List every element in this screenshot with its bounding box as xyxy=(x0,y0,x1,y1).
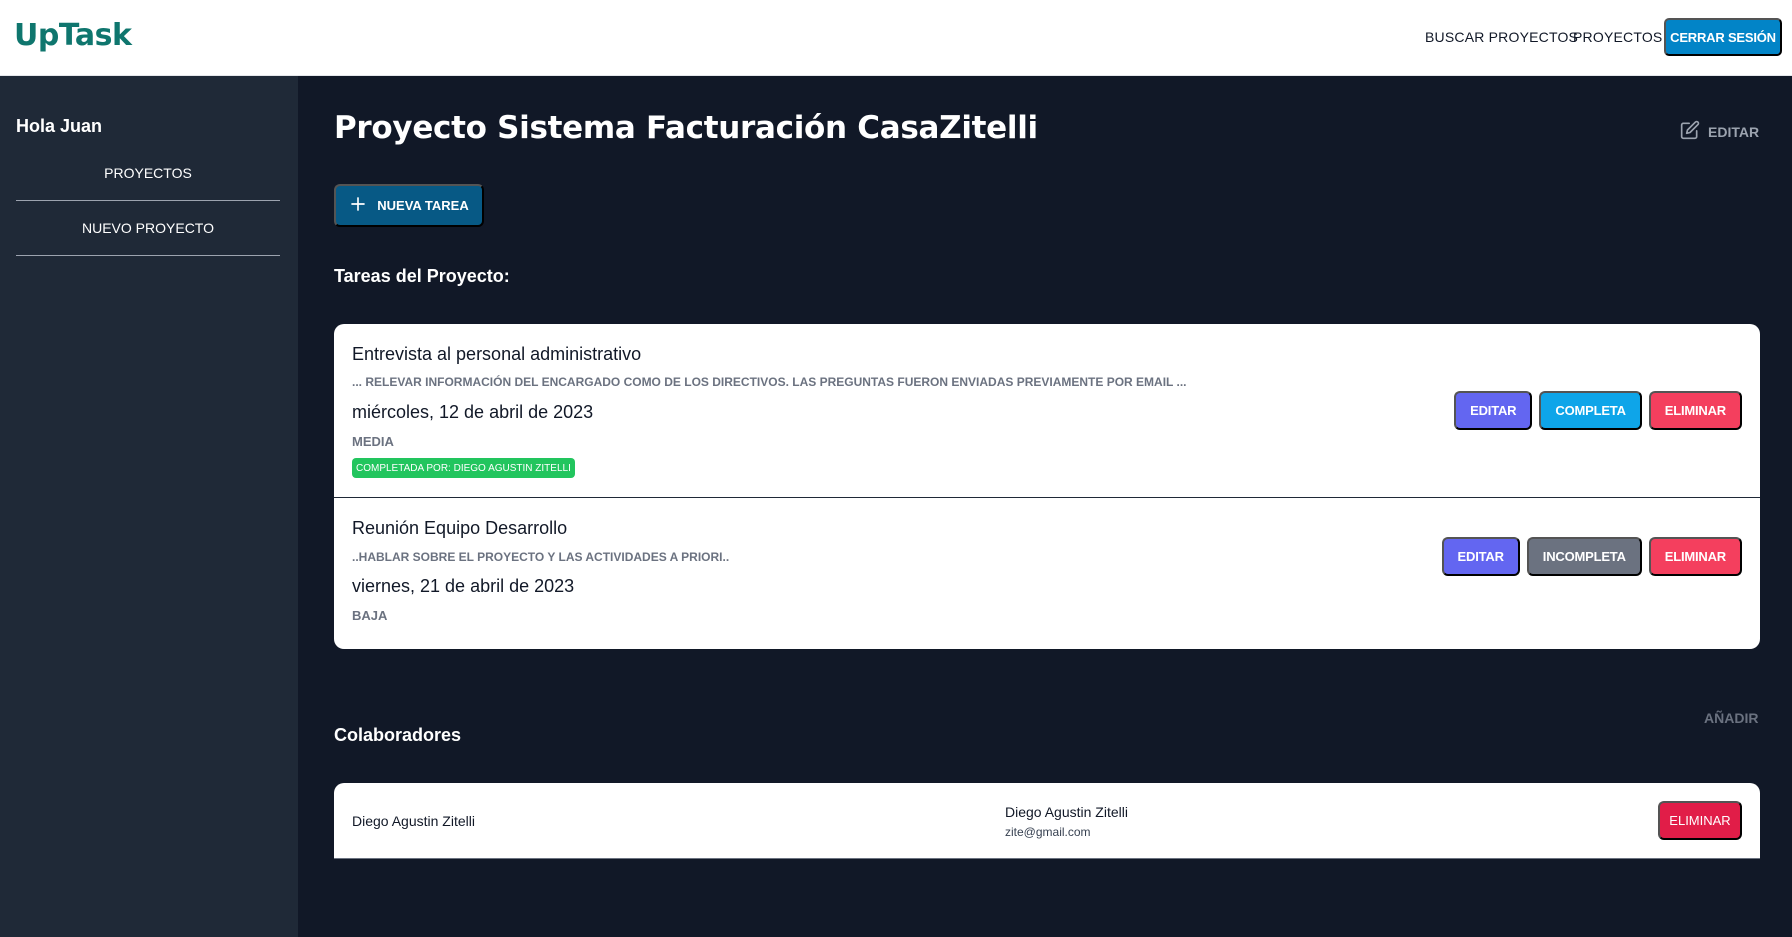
nav-search-projects-link[interactable]: BUSCAR PROYECTOS xyxy=(1425,29,1578,45)
task-priority: MEDIA xyxy=(352,434,394,449)
delete-task-button[interactable]: ELIMINAR xyxy=(1648,391,1742,430)
task-actions: EDITAR COMPLETA ELIMINAR xyxy=(1454,391,1742,430)
page-title: Proyecto Sistema Facturación CasaZitelli xyxy=(334,110,1038,146)
add-collaborator-link[interactable]: AÑADIR xyxy=(1704,710,1758,726)
top-header: UpTask BUSCAR PROYECTOS PROYECTOS CERRAR… xyxy=(0,0,1792,76)
toggle-complete-button[interactable]: COMPLETA xyxy=(1539,391,1642,430)
sidebar-item-projects[interactable]: PROYECTOS xyxy=(16,146,280,201)
task-name: Entrevista al personal administrativo xyxy=(352,344,642,364)
nav-projects-link[interactable]: PROYECTOS xyxy=(1573,29,1662,45)
delete-task-button[interactable]: ELIMINAR xyxy=(1648,537,1742,576)
logout-button[interactable]: CERRAR SESIÓN xyxy=(1664,18,1782,56)
task-priority: BAJA xyxy=(352,608,388,623)
completed-by-badge: COMPLETADA POR: DIEGO AGUSTIN ZITELLI xyxy=(352,458,575,478)
edit-task-button[interactable]: EDITAR xyxy=(1441,537,1520,576)
edit-project-button[interactable]: EDITAR xyxy=(1680,120,1759,143)
toggle-incomplete-button[interactable]: INCOMPLETA xyxy=(1526,537,1642,576)
task-date: miércoles, 12 de abril de 2023 xyxy=(352,402,594,422)
task-date: viernes, 21 de abril de 2023 xyxy=(352,576,575,596)
app-logo[interactable]: UpTask xyxy=(14,18,132,53)
edit-project-label: EDITAR xyxy=(1708,123,1760,140)
collaborator-name: Diego Agustin Zitelli xyxy=(1005,804,1128,820)
sidebar: Hola Juan PROYECTOS NUEVO PROYECTO xyxy=(0,76,298,937)
edit-icon xyxy=(1680,120,1700,143)
task-actions: EDITAR INCOMPLETA ELIMINAR xyxy=(1441,537,1742,576)
delete-collaborator-button[interactable]: ELIMINAR xyxy=(1658,801,1742,840)
collaborator-name-left: Diego Agustin Zitelli xyxy=(352,813,475,829)
task-name: Reunión Equipo Desarrollo xyxy=(352,518,568,538)
tasks-list: Entrevista al personal administrativo ..… xyxy=(334,324,1760,649)
collaborator-email: zite@gmail.com xyxy=(1005,825,1091,839)
collaborator-item: Diego Agustin Zitelli Diego Agustin Zite… xyxy=(334,783,1760,859)
edit-task-button[interactable]: EDITAR xyxy=(1454,391,1533,430)
task-item: Reunión Equipo Desarrollo ..HABLAR SOBRE… xyxy=(334,498,1760,649)
task-description: ... RELEVAR INFORMACIÓN DEL ENCARGADO CO… xyxy=(352,375,1187,389)
sidebar-item-new-project[interactable]: NUEVO PROYECTO xyxy=(16,201,280,256)
task-item: Entrevista al personal administrativo ..… xyxy=(334,324,1760,498)
new-task-label: NUEVA TAREA xyxy=(377,198,469,213)
new-task-button[interactable]: NUEVA TAREA xyxy=(334,184,484,227)
collaborators-heading: Colaboradores xyxy=(334,725,462,745)
tasks-heading: Tareas del Proyecto: xyxy=(334,266,510,286)
plus-icon xyxy=(349,195,367,216)
task-description: ..HABLAR SOBRE EL PROYECTO Y LAS ACTIVID… xyxy=(352,550,730,564)
user-greeting: Hola Juan xyxy=(16,116,103,136)
